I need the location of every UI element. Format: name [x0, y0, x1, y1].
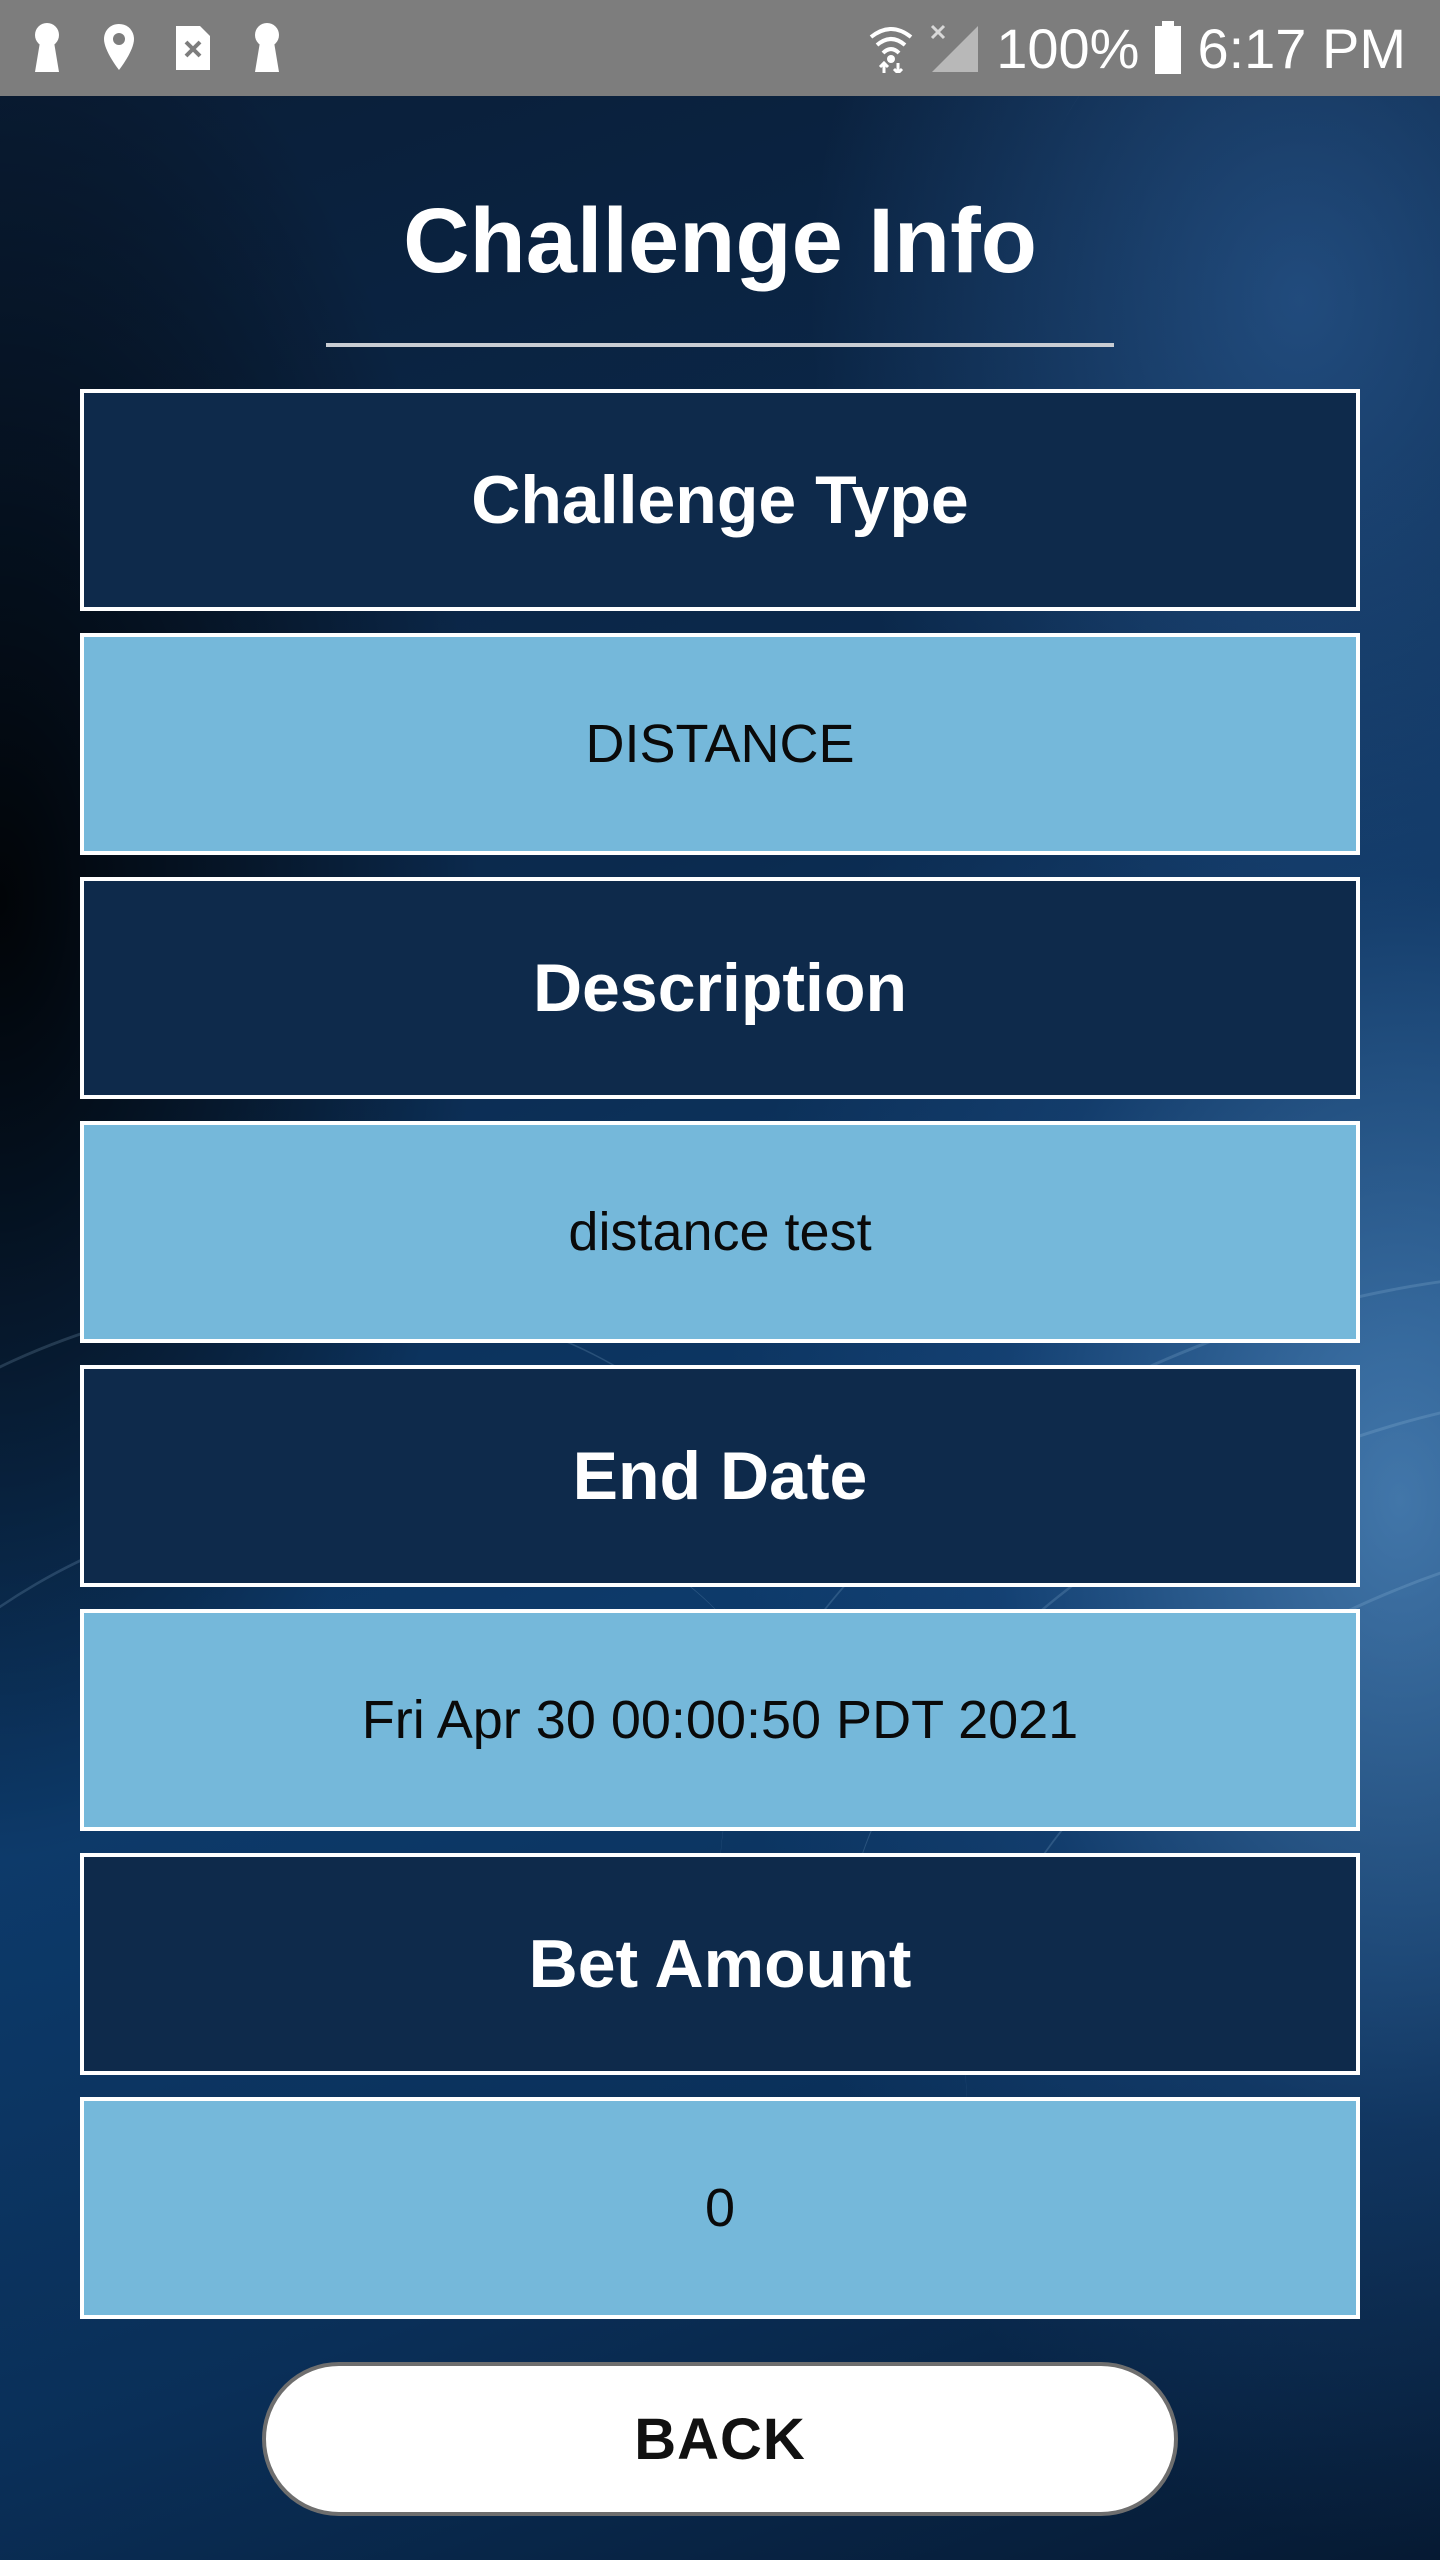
status-bar: 100% 6:17 PM: [0, 0, 1440, 96]
back-button[interactable]: BACK: [262, 2362, 1178, 2516]
signal-icon: [931, 24, 979, 72]
bet-amount-value: 0: [80, 2097, 1360, 2319]
description-label: Description: [80, 877, 1360, 1099]
page-title: Challenge Info: [403, 190, 1037, 292]
end-date-label: End Date: [80, 1365, 1360, 1587]
status-system-icons: 100% 6:17 PM: [868, 14, 1406, 82]
wifi-icon: [869, 27, 913, 73]
keyhole-icon: [255, 23, 279, 72]
sim-card-icon: [176, 26, 210, 70]
battery-percent: 100%: [996, 16, 1140, 80]
challenge-type-value: DISTANCE: [80, 633, 1360, 855]
keyhole-icon: [35, 23, 59, 72]
description-value: distance test: [80, 1121, 1360, 1343]
title-divider: [326, 343, 1114, 347]
status-time: 6:17 PM: [1197, 16, 1406, 80]
challenge-type-label: Challenge Type: [80, 389, 1360, 611]
location-pin-icon: [104, 24, 134, 70]
battery-icon: [1155, 21, 1182, 74]
status-notification-icons: [30, 22, 284, 74]
bet-amount-label: Bet Amount: [80, 1853, 1360, 2075]
end-date-value: Fri Apr 30 00:00:50 PDT 2021: [80, 1609, 1360, 1831]
